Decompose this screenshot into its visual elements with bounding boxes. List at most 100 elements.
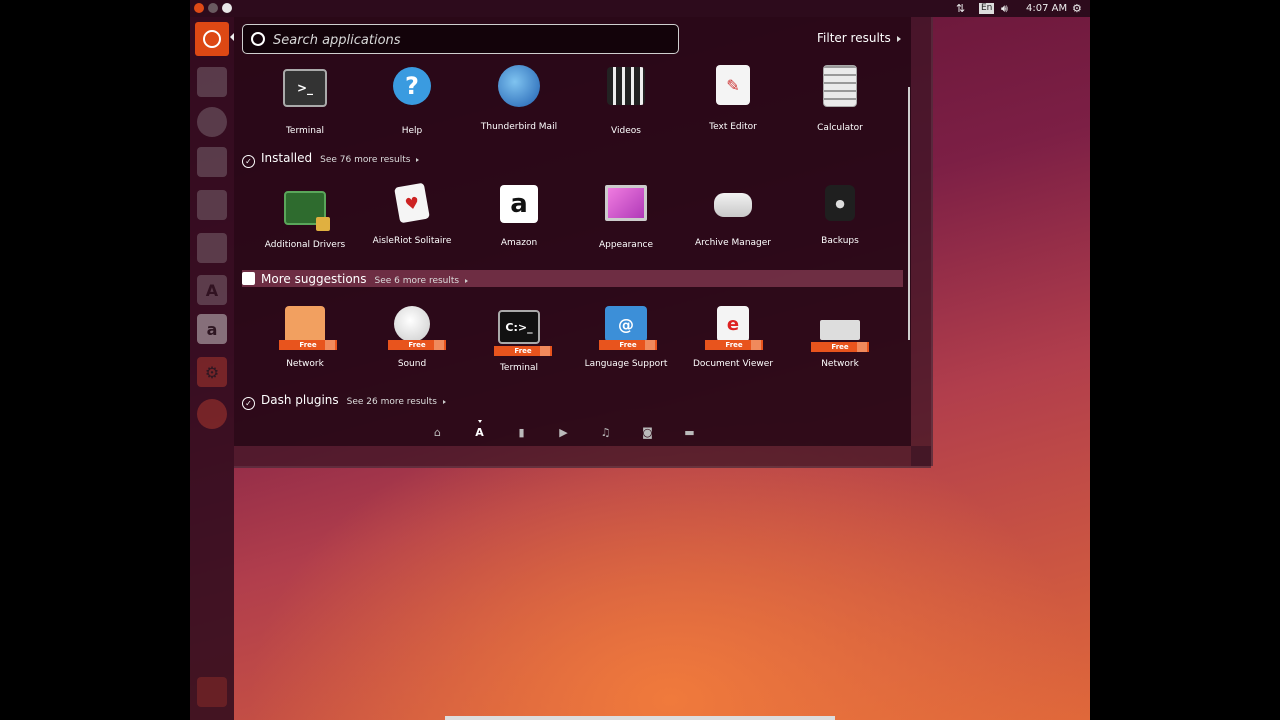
backups-icon: ● <box>825 185 855 221</box>
network-updown-icon[interactable]: ⇅ <box>956 1 965 16</box>
network-icon: Free <box>279 306 337 350</box>
app-label: Additional Drivers <box>264 240 346 250</box>
sound-icon: Free <box>388 306 446 350</box>
firefox-launcher-icon[interactable] <box>197 107 227 137</box>
app-tile-amazon[interactable]: a Amazon <box>466 185 572 248</box>
app-label: Network <box>821 359 859 369</box>
app-label: Network <box>286 359 324 369</box>
app-label: Backups <box>821 236 859 246</box>
see-more-link[interactable]: See 6 more results <box>375 276 469 286</box>
keyboard-language-indicator[interactable]: En <box>979 3 995 14</box>
app-tile-language-support[interactable]: @ Free Language Support <box>573 306 679 369</box>
home-lens-icon[interactable]: ⌂ <box>431 426 444 439</box>
filter-results-button[interactable]: Filter results <box>817 31 901 45</box>
app-tile-network-card[interactable]: Free Network <box>787 306 893 369</box>
videos-icon <box>607 67 645 105</box>
appearance-icon <box>605 185 647 221</box>
free-badge: Free <box>811 342 869 352</box>
app-label: Thunderbird Mail <box>480 122 558 132</box>
free-badge: Free <box>599 340 657 350</box>
window-maximize-button[interactable] <box>222 3 232 13</box>
free-badge-label: Free <box>299 341 317 349</box>
app-tile-backups[interactable]: ● Backups <box>787 185 893 246</box>
ubuntu-logo-icon <box>203 30 221 48</box>
app-tile-sound[interactable]: Free Sound <box>359 306 465 369</box>
app-tile-calculator[interactable]: Calculator <box>787 65 893 133</box>
chip-icon <box>284 191 330 231</box>
calc-launcher-icon[interactable] <box>197 190 227 220</box>
window-close-button[interactable] <box>194 3 204 13</box>
app-tile-help[interactable]: ? Help <box>359 65 465 136</box>
music-lens-icon[interactable]: ♫ <box>599 426 612 439</box>
writer-launcher-icon[interactable] <box>197 147 227 177</box>
document-viewer-icon: e Free <box>705 306 763 350</box>
photos-lens-icon[interactable]: ◙ <box>641 426 654 439</box>
applications-lens-icon[interactable]: A <box>473 426 486 439</box>
dash-border-right <box>911 17 933 466</box>
video-lens-icon[interactable]: ▶ <box>557 426 570 439</box>
app-tile-thunderbird[interactable]: Thunderbird Mail <box>466 65 572 132</box>
free-badge-label: Free <box>514 347 532 355</box>
calculator-icon <box>823 65 857 107</box>
app-label: Amazon <box>500 238 538 248</box>
dash-window: Filter results >_ Terminal ? Help Thunde… <box>234 17 911 446</box>
app-tile-videos[interactable]: Videos <box>573 65 679 136</box>
amazon-launcher-icon[interactable]: a <box>197 314 227 344</box>
app-tile-appearance[interactable]: Appearance <box>573 185 679 250</box>
filter-results-label: Filter results <box>817 31 891 45</box>
see-more-label: See 26 more results <box>346 397 437 407</box>
top-panel: ⇅ En 🔊︎ 4:07 AM ⚙ <box>190 0 1090 17</box>
app-tile-archive-manager[interactable]: Archive Manager <box>680 185 786 248</box>
desktop: ⇅ En 🔊︎ 4:07 AM ⚙ A a ⚙ Filter results <box>190 0 1090 720</box>
section-header-more-suggestions: More suggestions See 6 more results <box>242 272 469 288</box>
see-more-link[interactable]: See 26 more results <box>347 397 446 407</box>
search-box[interactable] <box>242 24 679 54</box>
volume-icon[interactable]: 🔊︎ <box>1001 1 1008 16</box>
text-editor-icon: ✎ <box>716 65 750 105</box>
launcher: A a ⚙ <box>190 17 234 720</box>
app-label: Videos <box>611 126 641 136</box>
app-label: Language Support <box>584 359 668 369</box>
free-badge-label: Free <box>408 341 426 349</box>
app-label: Sound <box>397 359 427 369</box>
settings-launcher-icon[interactable]: ⚙ <box>197 357 227 387</box>
app-label: Calculator <box>817 123 863 133</box>
scrollbar[interactable] <box>908 87 910 340</box>
app-tile-network[interactable]: Free Network <box>252 306 358 369</box>
trash-launcher-icon[interactable] <box>197 677 227 707</box>
session-gear-icon[interactable]: ⚙ <box>1072 1 1082 16</box>
dash-home-button[interactable] <box>195 22 229 56</box>
app-tile-additional-drivers[interactable]: Additional Drivers <box>252 185 358 250</box>
clock[interactable]: 4:07 AM <box>1026 1 1067 16</box>
amazon-icon: a <box>500 185 538 223</box>
check-circle-icon: ✓ <box>242 155 255 168</box>
search-input[interactable] <box>271 29 665 51</box>
language-icon: @ Free <box>599 306 657 350</box>
section-title: More suggestions <box>261 272 367 286</box>
software-center-launcher-icon[interactable]: A <box>197 275 227 305</box>
app-tile-aisleriot[interactable]: ♥ AisleRiot Solitaire <box>359 182 465 246</box>
app-tile-document-viewer[interactable]: e Free Document Viewer <box>680 306 786 369</box>
app-tile-text-editor[interactable]: ✎ Text Editor <box>680 65 786 132</box>
check-circle-icon: ✓ <box>242 397 255 410</box>
lens-bar: ⌂ A ▮ ▶ ♫ ◙ ▬ <box>424 420 704 446</box>
dvd-launcher-icon[interactable] <box>197 399 227 429</box>
thunderbird-icon <box>498 65 540 107</box>
see-more-arrow-icon <box>442 399 446 404</box>
see-more-label: See 6 more results <box>374 276 460 286</box>
free-badge-label: Free <box>619 341 637 349</box>
see-more-link[interactable]: See 76 more results <box>320 155 420 165</box>
free-badge: Free <box>705 340 763 350</box>
desktop-bottom-line <box>445 716 835 720</box>
app-tile-terminal-suggestion[interactable]: C:>_ Free Terminal <box>466 306 572 373</box>
impress-launcher-icon[interactable] <box>197 233 227 263</box>
files-launcher-icon[interactable] <box>197 67 227 97</box>
app-label: AisleRiot Solitaire <box>372 236 452 246</box>
social-lens-icon[interactable]: ▬ <box>683 426 696 439</box>
cards-icon: ♥ <box>394 182 430 224</box>
files-lens-icon[interactable]: ▮ <box>515 426 528 439</box>
section-title: Installed <box>261 151 313 165</box>
free-badge: Free <box>494 346 552 356</box>
window-minimize-button[interactable] <box>208 3 218 13</box>
app-tile-terminal[interactable]: >_ Terminal <box>252 65 358 136</box>
